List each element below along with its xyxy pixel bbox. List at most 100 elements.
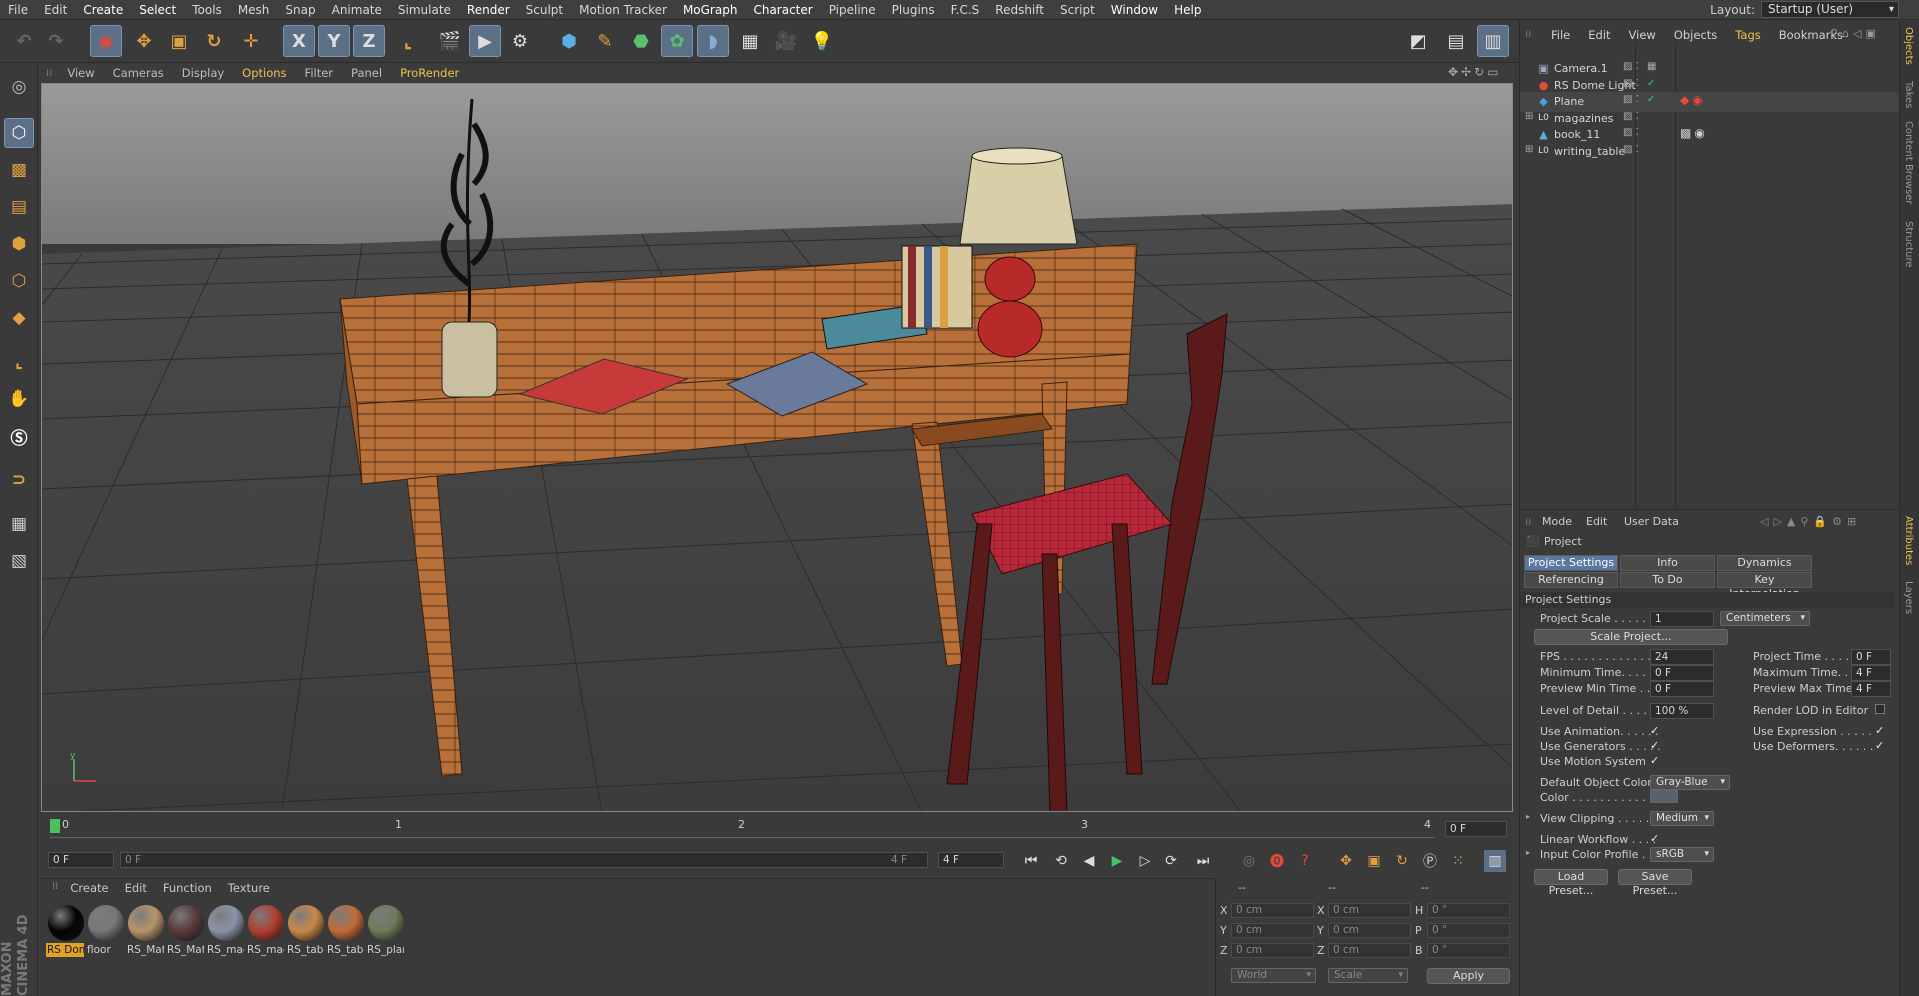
keyframe-selection-icon[interactable]: ?: [1294, 850, 1316, 872]
material-menu-function[interactable]: Function: [155, 881, 220, 895]
project-scale-unit-dropdown[interactable]: Centimeters: [1720, 611, 1810, 626]
points-mode-icon[interactable]: ⬢: [4, 229, 34, 259]
object-search-icons[interactable]: ⚲⌂◁▣: [1830, 27, 1880, 40]
render-picture-viewer-icon[interactable]: ▶: [469, 25, 501, 57]
menu-item-plugins[interactable]: Plugins: [884, 3, 943, 17]
current-frame-field[interactable]: 0 F: [1445, 821, 1507, 837]
attr-menu-mode[interactable]: Mode: [1542, 515, 1572, 528]
material-menu-edit[interactable]: Edit: [117, 881, 155, 895]
pos-x-field[interactable]: 0 cm: [1231, 903, 1314, 918]
3d-viewport[interactable]: [41, 83, 1513, 812]
end-frame-field[interactable]: 4 F: [938, 852, 1004, 868]
make-editable-icon[interactable]: ◎: [4, 72, 34, 102]
cube-icon[interactable]: ⬢: [553, 25, 585, 57]
tab-key-interpolation[interactable]: Key Interpolation: [1717, 572, 1812, 600]
viewport-menu-view[interactable]: View: [58, 66, 103, 80]
menu-item-f-c-s[interactable]: F.C.S: [943, 3, 988, 17]
object-menu-edit[interactable]: Edit: [1579, 28, 1619, 42]
preview-max-time-field[interactable]: 4 F: [1851, 681, 1891, 697]
menu-item-edit[interactable]: Edit: [36, 3, 75, 17]
project-scale-field[interactable]: 1: [1650, 611, 1714, 627]
size-x-field[interactable]: 0 cm: [1328, 903, 1411, 918]
rot-h-field[interactable]: 0 °: [1427, 903, 1510, 918]
enable-toggle-icon[interactable]: ✓: [1647, 94, 1655, 105]
layout-icon[interactable]: ▤: [1440, 25, 1472, 57]
key-pla-icon[interactable]: ⁙: [1447, 850, 1469, 872]
scale-icon[interactable]: ▣: [163, 25, 195, 57]
render-settings-icon[interactable]: ⚙: [504, 25, 536, 57]
apply-button[interactable]: Apply: [1427, 968, 1510, 984]
cinema4d-icon[interactable]: ◩: [1402, 25, 1434, 57]
menu-item-select[interactable]: Select: [131, 3, 184, 17]
floor-icon[interactable]: ▦: [734, 25, 766, 57]
material-menu-create[interactable]: Create: [62, 881, 116, 895]
menu-item-pipeline[interactable]: Pipeline: [821, 3, 884, 17]
material-menu-texture[interactable]: Texture: [220, 881, 278, 895]
menu-item-mograph[interactable]: MoGraph: [675, 3, 746, 17]
previous-key-icon[interactable]: ⟲: [1050, 850, 1072, 872]
menu-item-create[interactable]: Create: [75, 3, 131, 17]
visibility-toggle-icon[interactable]: ▨ ⁚: [1623, 94, 1639, 105]
coordinate-system-icon[interactable]: ⌞: [392, 25, 424, 57]
side-tab-content-browser[interactable]: Content Browser: [1903, 121, 1914, 204]
texture-mode-icon[interactable]: ▩: [4, 155, 34, 185]
save-preset-button[interactable]: Save Preset...: [1618, 869, 1692, 897]
use-animation-checkbox[interactable]: ✓: [1650, 725, 1661, 736]
default-object-color-dropdown[interactable]: Gray-Blue: [1650, 775, 1730, 790]
magnet-icon[interactable]: ⊃: [4, 465, 34, 495]
load-preset-button[interactable]: Load Preset...: [1534, 869, 1608, 897]
preview-min-time-field[interactable]: 0 F: [1650, 681, 1714, 697]
key-rotation-icon[interactable]: ↻: [1391, 850, 1413, 872]
coordinate-mode-dropdown[interactable]: World: [1231, 968, 1316, 983]
tab-project-settings[interactable]: Project Settings: [1524, 555, 1618, 571]
object-menu-tags[interactable]: Tags: [1726, 28, 1769, 42]
polygons-mode-icon[interactable]: ◆: [4, 303, 34, 333]
preview-range-slider[interactable]: 0 F 4 F: [120, 852, 928, 868]
go-to-start-icon[interactable]: ⏮: [1020, 850, 1042, 872]
previous-frame-icon[interactable]: ◀: [1078, 850, 1100, 872]
material-tag-icon[interactable]: ◆◉: [1680, 93, 1706, 107]
minimum-time-field[interactable]: 0 F: [1650, 665, 1714, 681]
tab-referencing[interactable]: Referencing: [1524, 572, 1618, 588]
menu-item-animate[interactable]: Animate: [324, 3, 390, 17]
snap-icon[interactable]: Ⓢ: [4, 421, 34, 451]
expand-arrow-icon[interactable]: ▸: [1526, 848, 1530, 857]
size-mode-dropdown[interactable]: Scale: [1328, 968, 1408, 983]
use-motion-system-checkbox[interactable]: ✓: [1650, 755, 1661, 766]
tab-info[interactable]: Info: [1620, 555, 1715, 571]
menu-item-render[interactable]: Render: [459, 3, 518, 17]
view-clipping-dropdown[interactable]: Medium: [1650, 811, 1714, 826]
enable-toggle-icon[interactable]: ✓: [1647, 78, 1655, 89]
next-key-icon[interactable]: ⟳: [1160, 850, 1182, 872]
project-time-field[interactable]: 0 F: [1851, 649, 1891, 665]
size-y-field[interactable]: 0 cm: [1328, 923, 1411, 938]
menu-item-file[interactable]: File: [0, 3, 36, 17]
visibility-toggle-icon[interactable]: ▨ ⁚: [1623, 111, 1639, 122]
expand-icon[interactable]: ⊞: [1525, 111, 1533, 122]
linear-workflow-checkbox[interactable]: ✓: [1650, 833, 1661, 844]
layout-dropdown[interactable]: Startup (User): [1761, 1, 1899, 18]
use-generators-checkbox[interactable]: ✓: [1650, 740, 1661, 751]
timeline-ruler[interactable]: 0 1 2 3 4 0 F: [40, 815, 1514, 843]
pos-z-field[interactable]: 0 cm: [1231, 943, 1314, 958]
y-axis-lock-icon[interactable]: Y: [318, 25, 350, 57]
visibility-toggle-icon[interactable]: ▨ ⁚: [1623, 144, 1639, 155]
attr-nav-icons[interactable]: ◁▷▲⚲🔒⚙⊞: [1760, 515, 1861, 528]
object-row[interactable]: ⊞ L0 writing_table ▨ ⁚: [1520, 142, 1900, 162]
live-selection-icon[interactable]: ◉: [90, 25, 122, 57]
menu-item-character[interactable]: Character: [745, 3, 820, 17]
viewport-menu-prorender[interactable]: ProRender: [391, 66, 468, 80]
input-color-profile-dropdown[interactable]: sRGB: [1650, 847, 1714, 862]
light-icon[interactable]: 💡: [806, 25, 838, 57]
menu-item-help[interactable]: Help: [1166, 3, 1209, 17]
object-menu-view[interactable]: View: [1620, 28, 1665, 42]
x-axis-lock-icon[interactable]: X: [283, 25, 315, 57]
attr-menu-user-data[interactable]: User Data: [1624, 515, 1679, 528]
record-icon[interactable]: ◎: [1238, 850, 1260, 872]
move-icon[interactable]: ✥: [128, 25, 160, 57]
object-menu-file[interactable]: File: [1542, 28, 1579, 42]
rotate-icon[interactable]: ↻: [198, 25, 230, 57]
viewport-menu-panel[interactable]: Panel: [342, 66, 391, 80]
start-frame-field[interactable]: 0 F: [48, 852, 114, 868]
rot-b-field[interactable]: 0 °: [1427, 943, 1510, 958]
